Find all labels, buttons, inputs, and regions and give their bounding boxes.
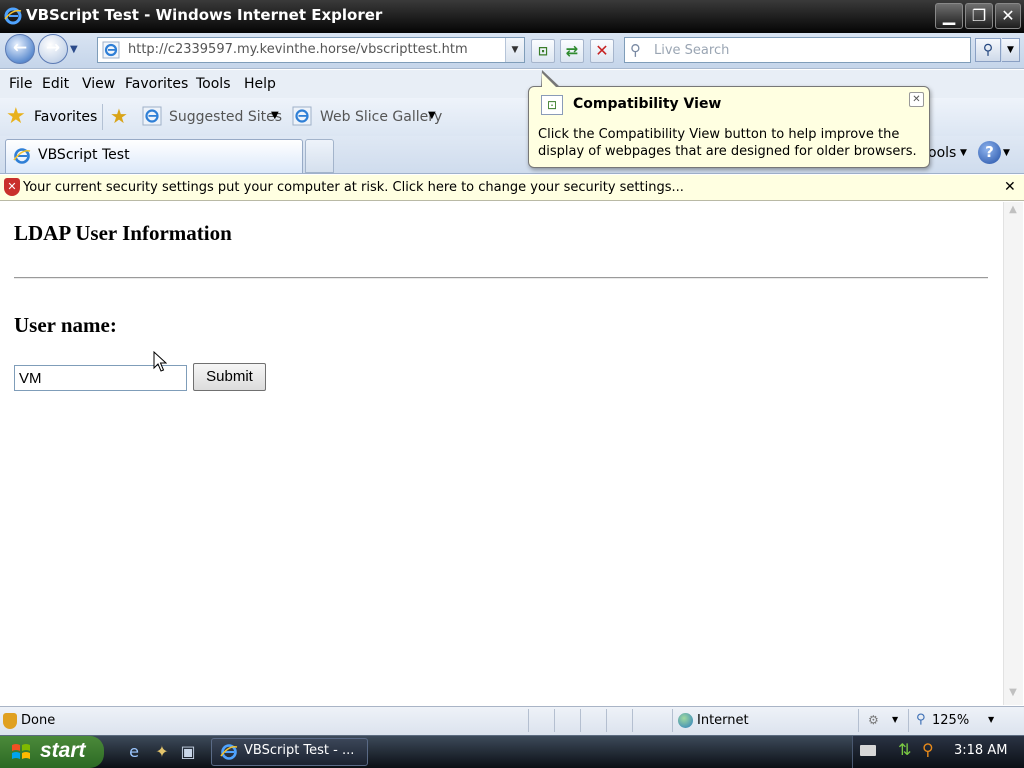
compatibility-view-icon: ⊡ (541, 95, 563, 115)
search-placeholder: Live Search (654, 43, 730, 58)
vertical-scrollbar[interactable] (1003, 202, 1023, 705)
zoom-level[interactable]: 125% (932, 713, 969, 728)
web-slice-icon (292, 106, 312, 126)
quicklaunch-app-icon[interactable]: ✦ (152, 742, 172, 762)
maximize-button[interactable]: ❐ (965, 3, 993, 29)
scroll-up-arrow-icon[interactable]: ▲ (1004, 204, 1022, 221)
callout-title: Compatibility View (573, 96, 722, 112)
favorites-button[interactable]: Favorites (34, 109, 97, 125)
ie-logo-icon (4, 7, 22, 25)
tools-menu-button[interactable]: ools (928, 145, 956, 161)
address-url[interactable]: http://c2339597.my.kevinthe.horse/vbscri… (128, 42, 468, 57)
security-zone-label[interactable]: Internet (697, 713, 749, 728)
status-divider (632, 709, 633, 732)
taskbar-ie-icon (220, 744, 238, 760)
suggested-sites-icon (142, 106, 162, 126)
page-ie-icon (102, 41, 120, 59)
callout-tail-fill (542, 73, 557, 88)
search-options-dropdown[interactable]: ▼ (1002, 38, 1020, 62)
infobar-close-icon[interactable]: ✕ (1004, 179, 1016, 195)
suggested-sites-button[interactable]: Suggested Sites (169, 109, 282, 125)
suggested-sites-arrow-icon[interactable]: ▼ (271, 110, 279, 121)
horizontal-rule (14, 277, 988, 279)
quicklaunch-ie-icon[interactable]: e (124, 742, 144, 762)
tray-search-icon[interactable]: ⚲ (922, 740, 934, 759)
stop-button[interactable]: ✕ (590, 39, 614, 63)
minimize-button[interactable]: ▁ (935, 3, 963, 29)
windows-logo-icon (12, 744, 30, 759)
forward-button[interactable]: → (38, 34, 68, 64)
web-slice-arrow-icon[interactable]: ▼ (428, 110, 436, 121)
web-slice-gallery-button[interactable]: Web Slice Gallery (320, 109, 442, 125)
status-text: Done (21, 713, 56, 728)
back-button[interactable]: ← (5, 34, 35, 64)
help-icon[interactable]: ? (978, 141, 1001, 164)
status-divider (580, 709, 581, 732)
menu-view[interactable]: View (82, 76, 115, 92)
ie-window: VBScript Test - Windows Internet Explore… (0, 0, 1024, 768)
tab-label[interactable]: VBScript Test (38, 147, 130, 163)
menu-tools[interactable]: Tools (196, 76, 231, 92)
menu-favorites[interactable]: Favorites (125, 76, 188, 92)
network-icon[interactable]: ⇅ (898, 740, 911, 759)
page-title: LDAP User Information (14, 221, 232, 245)
new-tab-button[interactable] (305, 139, 334, 173)
zoom-icon[interactable]: ⚲ (916, 712, 926, 727)
close-window-button[interactable]: ✕ (995, 3, 1021, 29)
callout-close-icon[interactable]: ✕ (909, 92, 924, 107)
tab-ie-icon (13, 148, 31, 164)
security-warning-text[interactable]: Your current security settings put your … (23, 180, 684, 195)
window-title: VBScript Test - Windows Internet Explore… (26, 6, 383, 24)
status-divider (672, 709, 673, 732)
callout-body: Click the Compatibility View button to h… (538, 127, 917, 159)
search-icon: ⚲ (630, 41, 641, 59)
menu-help[interactable]: Help (244, 76, 276, 92)
page-status-shield-icon (3, 713, 17, 729)
menu-file[interactable]: File (9, 76, 32, 92)
status-divider (606, 709, 607, 732)
status-divider (528, 709, 529, 732)
mouse-cursor-icon (153, 351, 167, 372)
tools-arrow-icon[interactable]: ▼ (960, 148, 967, 158)
menu-edit[interactable]: Edit (42, 76, 69, 92)
favorites-divider (102, 104, 103, 130)
quicklaunch-desktop-icon[interactable]: ▣ (178, 742, 198, 762)
username-label: User name: (14, 313, 117, 337)
keyboard-icon[interactable] (860, 745, 876, 756)
taskbar-item-label[interactable]: VBScript Test - ... (244, 743, 354, 758)
zoom-arrow-icon[interactable]: ▼ (988, 715, 994, 724)
internet-zone-globe-icon (678, 713, 693, 728)
refresh-button[interactable]: ⇄ (560, 39, 584, 63)
help-arrow-icon[interactable]: ▼ (1003, 148, 1010, 158)
protected-mode-icon[interactable]: ⚙ (868, 713, 879, 727)
status-divider (908, 709, 909, 732)
address-dropdown-button[interactable]: ▼ (505, 38, 524, 62)
favorites-star-icon[interactable]: ★ (6, 104, 26, 129)
security-shield-icon: ✕ (4, 178, 20, 196)
status-divider (554, 709, 555, 732)
add-to-favorites-icon[interactable]: ★ (110, 104, 128, 128)
clock[interactable]: 3:18 AM (954, 743, 1007, 758)
search-button[interactable]: ⚲ (975, 38, 1001, 62)
recent-pages-dropdown[interactable]: ▼ (70, 44, 82, 56)
submit-button[interactable]: Submit (193, 363, 266, 391)
status-divider (858, 709, 859, 732)
protected-mode-arrow-icon[interactable]: ▼ (892, 715, 898, 724)
compatibility-view-button[interactable]: ⊡ (531, 39, 555, 63)
scroll-down-arrow-icon[interactable]: ▼ (1004, 687, 1022, 704)
